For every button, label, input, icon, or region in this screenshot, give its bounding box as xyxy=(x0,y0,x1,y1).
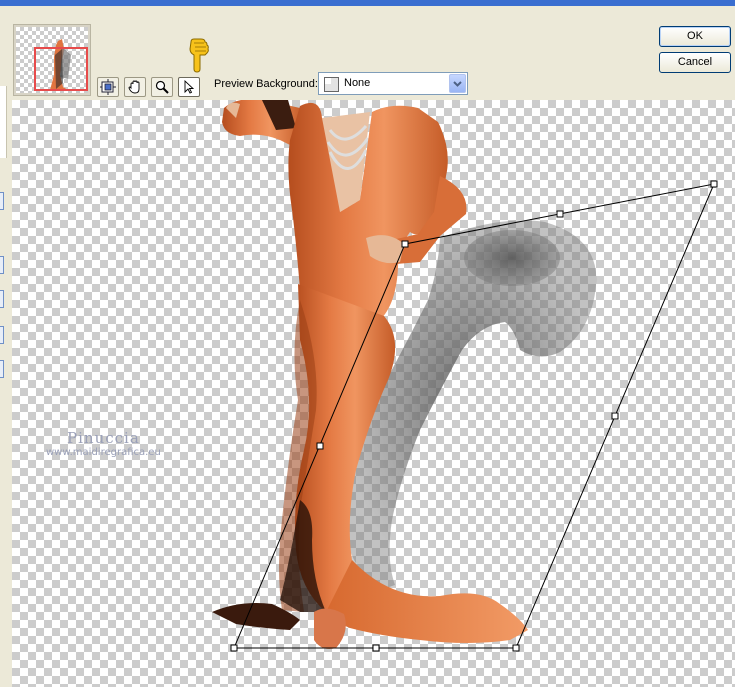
hand-icon xyxy=(128,80,140,94)
preview-scene xyxy=(212,100,718,652)
pan-zoom-tool-button[interactable] xyxy=(97,77,119,97)
watermark-url: www.maidiregrafica.eu xyxy=(46,447,161,458)
left-panel-control[interactable] xyxy=(0,256,4,274)
preview-canvas[interactable]: Pinuccia www.maidiregrafica.eu xyxy=(12,100,735,687)
left-panel-control[interactable] xyxy=(0,192,4,210)
handle-right-middle xyxy=(611,412,619,420)
left-panel-control[interactable] xyxy=(0,290,4,308)
left-panel-control[interactable] xyxy=(0,360,4,378)
handle-left-middle xyxy=(316,442,324,450)
handle-top-left xyxy=(401,240,409,248)
navigator-thumbnail[interactable] xyxy=(13,24,91,96)
preview-background-value: None xyxy=(344,77,371,89)
chevron-down-icon xyxy=(453,81,462,87)
pan-zoom-icon xyxy=(100,79,116,95)
left-panel-edge xyxy=(0,24,12,687)
handle-top-right xyxy=(710,180,718,188)
cancel-button[interactable]: Cancel xyxy=(659,52,731,73)
handle-bottom-left xyxy=(230,644,238,652)
preview-background-select[interactable]: None xyxy=(318,72,468,95)
left-panel-strip xyxy=(0,86,7,158)
handle-bottom-middle xyxy=(372,644,380,652)
pointing-hand-icon xyxy=(185,38,211,77)
handle-top-middle xyxy=(556,210,564,218)
thumbnail-viewport-rect[interactable] xyxy=(34,47,88,91)
magnifier-icon xyxy=(155,80,169,94)
arrow-tool-button[interactable] xyxy=(178,77,200,97)
handle-bottom-right xyxy=(512,644,520,652)
background-swatch-icon xyxy=(324,77,339,92)
watermark: Pinuccia www.maidiregrafica.eu xyxy=(46,429,161,458)
arrow-cursor-icon xyxy=(184,79,195,94)
hand-tool-button[interactable] xyxy=(124,77,146,97)
dropdown-arrow-button[interactable] xyxy=(449,74,466,93)
thumbnail-canvas xyxy=(16,27,88,93)
zoom-tool-button[interactable] xyxy=(151,77,173,97)
watermark-name: Pinuccia xyxy=(67,429,140,447)
left-panel-control[interactable] xyxy=(0,326,4,344)
preview-background-label: Preview Background: xyxy=(214,78,318,90)
ok-button[interactable]: OK xyxy=(659,26,731,47)
window-top-band xyxy=(0,6,735,24)
